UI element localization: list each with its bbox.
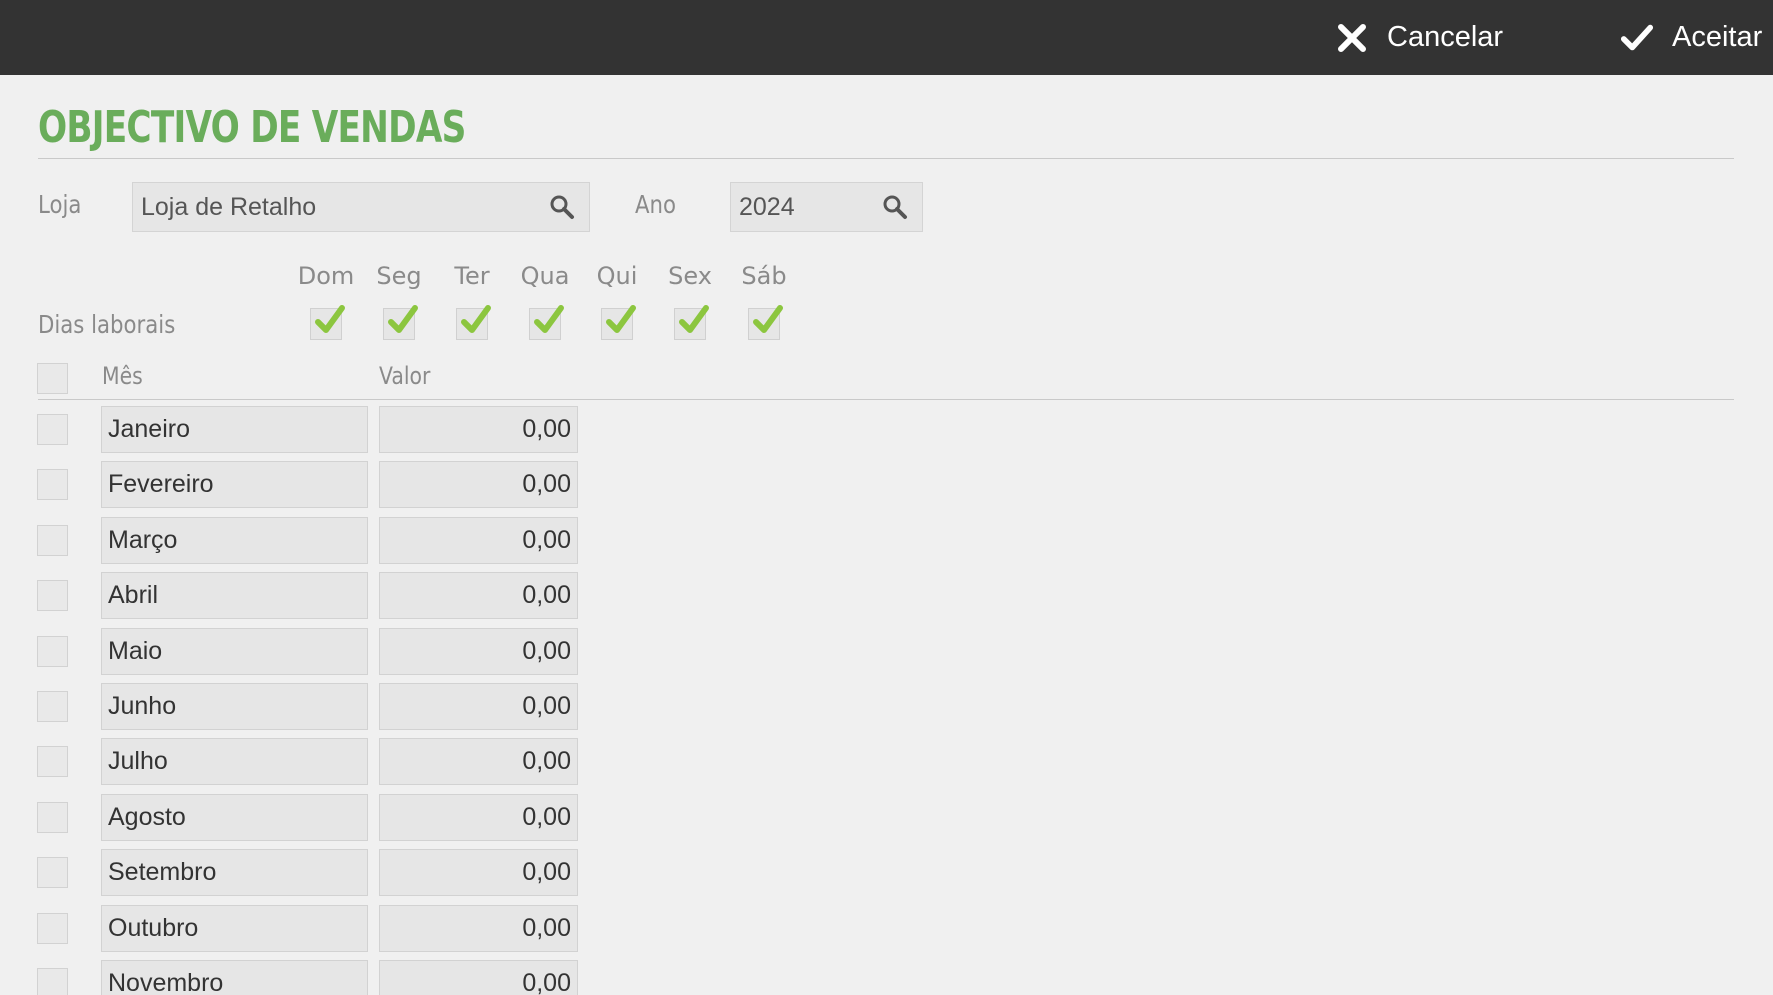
store-label: Loja <box>38 190 82 219</box>
cancel-button[interactable]: Cancelar <box>1335 0 1503 75</box>
checkmark-icon <box>679 305 709 333</box>
value-input[interactable]: 0,00 <box>379 572 578 619</box>
day-checkbox[interactable] <box>748 305 783 340</box>
title-divider <box>38 158 1734 159</box>
month-field[interactable]: Agosto <box>101 794 368 841</box>
page-title: OBJECTIVO DE VENDAS <box>38 102 466 153</box>
row-checkbox[interactable] <box>37 469 68 500</box>
checkmark-icon <box>753 305 783 333</box>
row-checkbox[interactable] <box>37 691 68 722</box>
value-input[interactable]: 0,00 <box>379 960 578 995</box>
value-input[interactable]: 0,00 <box>379 683 578 730</box>
row-checkbox[interactable] <box>37 857 68 888</box>
month-field[interactable]: Setembro <box>101 849 368 896</box>
month-field[interactable]: Maio <box>101 628 368 675</box>
value-input[interactable]: 0,00 <box>379 794 578 841</box>
day-label: Qua <box>520 262 570 290</box>
value-input[interactable]: 0,00 <box>379 849 578 896</box>
day-label: Sáb <box>741 262 787 290</box>
checkmark-icon <box>606 305 636 333</box>
checkmark-icon <box>1620 21 1654 55</box>
value-input[interactable]: 0,00 <box>379 738 578 785</box>
checkmark-icon <box>388 305 418 333</box>
row-checkbox[interactable] <box>37 746 68 777</box>
store-value: Loja de Retalho <box>141 192 317 221</box>
checkmark-icon <box>534 305 564 333</box>
row-checkbox[interactable] <box>37 802 68 833</box>
day-label: Dom <box>297 262 355 290</box>
value-input[interactable]: 0,00 <box>379 461 578 508</box>
month-column-header: Mês <box>102 362 143 390</box>
month-field[interactable]: Abril <box>101 572 368 619</box>
value-input[interactable]: 0,00 <box>379 517 578 564</box>
checkmark-icon <box>461 305 491 333</box>
close-icon <box>1335 21 1369 55</box>
value-input[interactable]: 0,00 <box>379 628 578 675</box>
row-checkbox[interactable] <box>37 525 68 556</box>
month-field[interactable]: Março <box>101 517 368 564</box>
accept-label: Aceitar <box>1672 21 1763 53</box>
year-value: 2024 <box>739 192 795 221</box>
select-all-checkbox[interactable] <box>37 363 68 394</box>
header-divider <box>38 399 1734 400</box>
row-checkbox[interactable] <box>37 636 68 667</box>
month-field[interactable]: Junho <box>101 683 368 730</box>
day-label: Ter <box>454 262 490 290</box>
row-checkbox[interactable] <box>37 968 68 995</box>
search-icon[interactable] <box>549 194 575 220</box>
day-checkbox[interactable] <box>674 305 709 340</box>
day-checkbox[interactable] <box>529 305 564 340</box>
year-label: Ano <box>635 190 677 219</box>
month-field[interactable]: Novembro <box>101 960 368 995</box>
day-checkbox[interactable] <box>310 305 345 340</box>
month-field[interactable]: Janeiro <box>101 406 368 453</box>
row-checkbox[interactable] <box>37 913 68 944</box>
value-column-header: Valor <box>379 362 431 390</box>
workdays-label: Dias laborais <box>38 310 176 339</box>
day-label: Seg <box>376 262 422 290</box>
day-label: Sex <box>668 262 712 290</box>
store-field[interactable]: Loja de Retalho <box>132 182 590 232</box>
day-checkbox[interactable] <box>456 305 491 340</box>
value-input[interactable]: 0,00 <box>379 406 578 453</box>
value-input[interactable]: 0,00 <box>379 905 578 952</box>
row-checkbox[interactable] <box>37 414 68 445</box>
search-icon[interactable] <box>882 194 908 220</box>
year-field[interactable]: 2024 <box>730 182 923 232</box>
day-label: Qui <box>596 262 638 290</box>
month-field[interactable]: Outubro <box>101 905 368 952</box>
checkmark-icon <box>315 305 345 333</box>
row-checkbox[interactable] <box>37 580 68 611</box>
cancel-label: Cancelar <box>1387 21 1504 53</box>
accept-button[interactable]: Aceitar <box>1620 0 1762 75</box>
month-field[interactable]: Fevereiro <box>101 461 368 508</box>
day-checkbox[interactable] <box>601 305 636 340</box>
day-checkbox[interactable] <box>383 305 418 340</box>
month-field[interactable]: Julho <box>101 738 368 785</box>
top-toolbar: Cancelar Aceitar <box>0 0 1773 75</box>
